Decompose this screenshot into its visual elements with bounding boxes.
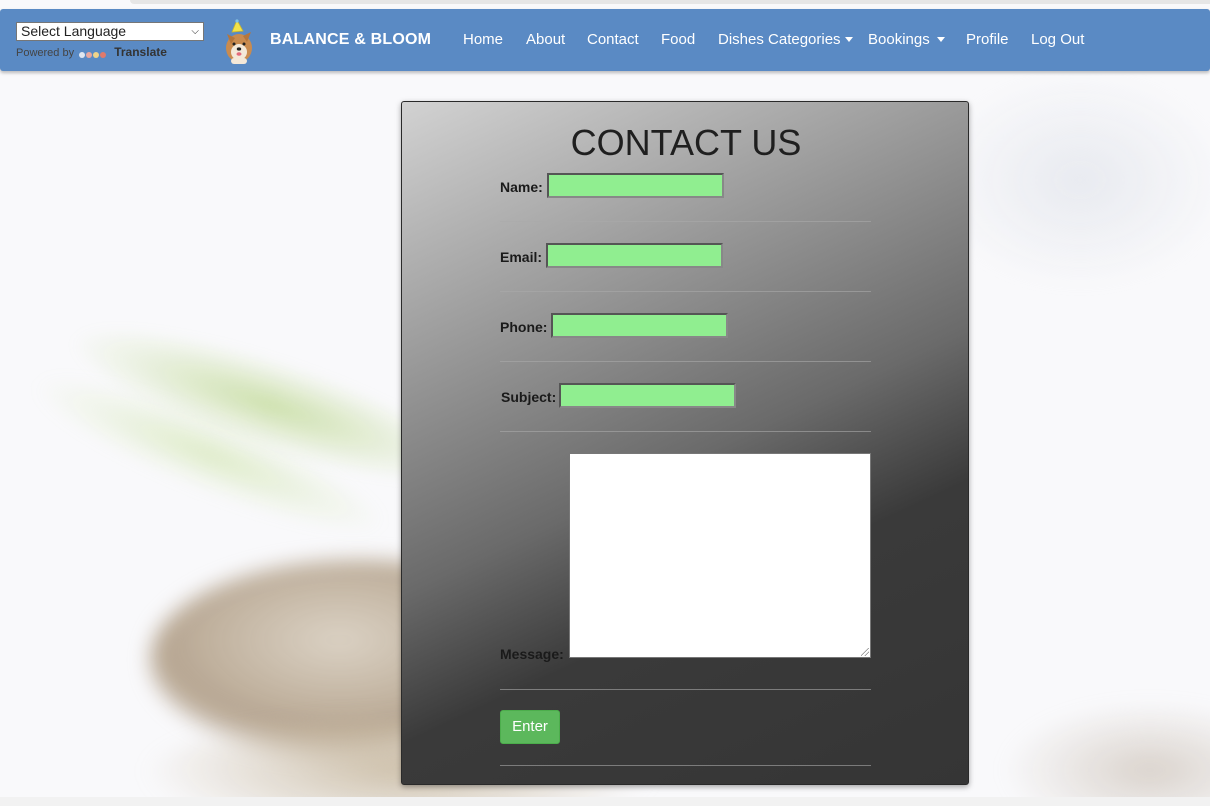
google-translate-widget: Select Language ⌵ Powered by Translate	[16, 22, 204, 59]
dog-logo-icon[interactable]	[221, 18, 261, 64]
divider	[500, 689, 871, 690]
name-input[interactable]	[547, 173, 724, 198]
email-label: Email:	[500, 249, 543, 265]
caret-down-icon	[936, 36, 945, 42]
nav-dishes-categories[interactable]: Dishes Categories	[718, 31, 853, 48]
nav-log-out[interactable]: Log Out	[1031, 31, 1084, 48]
powered-by-google: Powered by Translate	[16, 45, 204, 59]
divider	[500, 291, 871, 292]
subject-label: Subject:	[501, 389, 557, 405]
translate-link[interactable]: Translate	[114, 45, 167, 59]
contact-form-card: CONTACT US Name: Email: Phone: Subject: …	[401, 101, 969, 785]
page-title: CONTACT US	[570, 122, 802, 163]
nav-home[interactable]: Home	[463, 31, 503, 48]
enter-button[interactable]: Enter	[500, 710, 560, 744]
name-label: Name:	[500, 179, 543, 195]
nav-bookings-label: Bookings	[868, 31, 930, 48]
nav-profile[interactable]: Profile	[966, 31, 1009, 48]
brand-name[interactable]: BALANCE & BLOOM	[270, 31, 431, 49]
nav-about[interactable]: About	[526, 31, 565, 48]
email-input[interactable]	[546, 243, 723, 268]
powered-by-text: Powered by	[16, 47, 75, 59]
language-select[interactable]: Select Language ⌵	[16, 22, 204, 41]
google-logo-icon	[79, 49, 109, 59]
divider	[500, 221, 871, 222]
nav-food[interactable]: Food	[661, 31, 695, 48]
phone-input[interactable]	[551, 313, 728, 338]
navbar: Select Language ⌵ Powered by Translate B…	[0, 9, 1210, 71]
nav-contact[interactable]: Contact	[587, 31, 639, 48]
browser-edge	[130, 0, 1210, 4]
language-select-value: Select Language	[21, 23, 127, 39]
divider	[500, 431, 871, 432]
message-textarea[interactable]	[569, 453, 871, 658]
message-label: Message:	[500, 646, 564, 662]
phone-label: Phone:	[500, 319, 548, 335]
resize-handle-icon[interactable]	[861, 648, 869, 656]
divider	[500, 361, 871, 362]
nav-dishes-categories-label: Dishes Categories	[718, 31, 841, 48]
divider	[500, 765, 871, 766]
caret-down-icon	[844, 36, 853, 42]
nav-bookings[interactable]: Bookings	[868, 31, 945, 48]
subject-input[interactable]	[559, 383, 736, 408]
chevron-down-icon: ⌵	[191, 26, 199, 37]
